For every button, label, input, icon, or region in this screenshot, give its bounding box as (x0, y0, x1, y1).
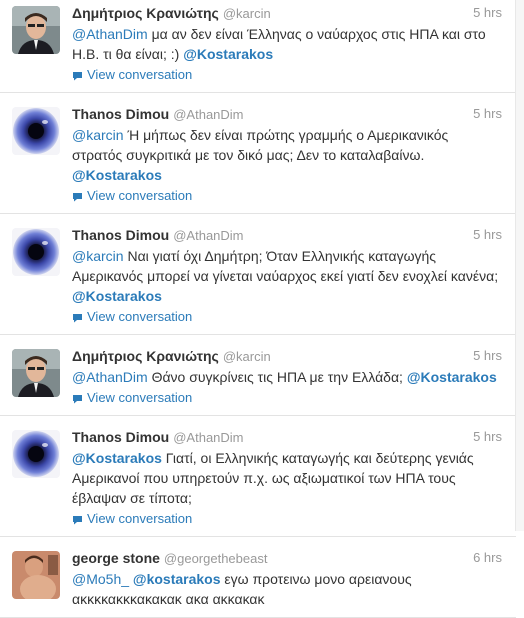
author-username[interactable]: @AthanDim (173, 430, 243, 445)
view-conversation-label: View conversation (87, 511, 193, 526)
author-username[interactable]: @georgethebeast (164, 551, 268, 566)
tweet-text: @karcin Ναι γιατί όχι Δημήτρη; Όταν Ελλη… (72, 246, 502, 306)
avatar[interactable] (12, 551, 60, 599)
mention-link-highlighted[interactable]: @Kostarakos (407, 369, 497, 385)
tweet-header: Δημήτριος Κρανιώτης @karcin 5 hrs (72, 345, 502, 367)
view-conversation-link[interactable]: View conversation (72, 66, 502, 84)
avatar[interactable] (12, 107, 60, 155)
mention-link[interactable]: @Mo5h_ (72, 571, 129, 587)
mention-link[interactable]: @karcin (72, 127, 124, 143)
tweet-timeline: Δημήτριος Κρανιώτης @karcin 5 hrs @AthanDim… (0, 0, 516, 618)
conversation-bubble-icon (73, 516, 82, 525)
tweet-text: @Mo5h_ @kostarakos εγω προτεινω μονο αρε… (72, 569, 502, 609)
tweet-timestamp[interactable]: 5 hrs (473, 426, 502, 448)
author-fullname[interactable]: Δημήτριος Κρανιώτης (72, 348, 219, 364)
author-username[interactable]: @AthanDim (173, 107, 243, 122)
avatar[interactable] (12, 6, 60, 54)
conversation-bubble-icon (73, 72, 82, 81)
tweet-timestamp[interactable]: 5 hrs (473, 103, 502, 125)
view-conversation-link[interactable]: View conversation (72, 187, 502, 205)
tweet-header: Thanos Dimou @AthanDim 5 hrs (72, 224, 502, 246)
tweet-text: @AthanDim μα αν δεν είναι Έλληνας ο ναύα… (72, 24, 502, 64)
mention-link-highlighted[interactable]: @Kostarakos (183, 46, 273, 62)
tweet-text-segment: Ή μήπως δεν είναι πρώτης γραμμής ο Αμερι… (72, 127, 449, 163)
author-fullname[interactable]: Thanos Dimou (72, 106, 169, 122)
view-conversation-link[interactable]: View conversation (72, 389, 502, 407)
author-fullname[interactable]: george stone (72, 550, 160, 566)
avatar[interactable] (12, 228, 60, 276)
view-conversation-label: View conversation (87, 188, 193, 203)
tweet-timestamp[interactable]: 5 hrs (473, 345, 502, 367)
author-username[interactable]: @karcin (223, 349, 271, 364)
scrollbar[interactable] (515, 0, 524, 531)
tweet-text: @Kostarakos Γιατί, οι Ελληνικής καταγωγή… (72, 448, 502, 508)
mention-link[interactable]: @AthanDim (72, 26, 148, 42)
author-fullname[interactable]: Thanos Dimou (72, 429, 169, 445)
tweet-header: Thanos Dimou @AthanDim 5 hrs (72, 103, 502, 125)
tweet-item[interactable]: george stone @georgethebeast 6 hrs @Mo5h_ @… (0, 537, 516, 618)
mention-link-highlighted[interactable]: @Kostarakos (72, 167, 162, 183)
tweet-item[interactable]: Thanos Dimou @AthanDim 5 hrs @Kostarakos Γι… (0, 416, 516, 537)
tweet-header: Δημήτριος Κρανιώτης @karcin 5 hrs (72, 2, 502, 24)
author-fullname[interactable]: Thanos Dimou (72, 227, 169, 243)
view-conversation-link[interactable]: View conversation (72, 510, 502, 528)
mention-link-highlighted[interactable]: @Kostarakos (72, 288, 162, 304)
view-conversation-link[interactable]: View conversation (72, 308, 502, 326)
conversation-bubble-icon (73, 314, 82, 323)
tweet-timestamp[interactable]: 5 hrs (473, 2, 502, 24)
view-conversation-label: View conversation (87, 390, 193, 405)
author-username[interactable]: @AthanDim (173, 228, 243, 243)
tweet-item[interactable]: Δημήτριος Κρανιώτης @karcin 5 hrs @AthanDim… (0, 335, 516, 416)
author-fullname[interactable]: Δημήτριος Κρανιώτης (72, 5, 219, 21)
view-conversation-label: View conversation (87, 67, 193, 82)
tweet-timestamp[interactable]: 5 hrs (473, 224, 502, 246)
conversation-bubble-icon (73, 193, 82, 202)
tweet-item[interactable]: Thanos Dimou @AthanDim 5 hrs @karcin Ναι γι… (0, 214, 516, 335)
tweet-item[interactable]: Thanos Dimou @AthanDim 5 hrs @karcin Ή μήπω… (0, 93, 516, 214)
view-conversation-label: View conversation (87, 309, 193, 324)
mention-link-highlighted[interactable]: @kostarakos (133, 571, 221, 587)
tweet-text-segment: Ναι γιατί όχι Δημήτρη; Όταν Ελληνικής κα… (72, 248, 499, 284)
tweet-header: Thanos Dimou @AthanDim 5 hrs (72, 426, 502, 448)
author-username[interactable]: @karcin (223, 6, 271, 21)
tweet-text: @karcin Ή μήπως δεν είναι πρώτης γραμμής… (72, 125, 502, 185)
conversation-bubble-icon (73, 395, 82, 404)
mention-link[interactable]: @karcin (72, 248, 124, 264)
tweet-text: @AthanDim Θάνο συγκρίνεις τις ΗΠΑ με την… (72, 367, 502, 387)
mention-link[interactable]: @AthanDim (72, 369, 148, 385)
tweet-text-segment: Θάνο συγκρίνεις τις ΗΠΑ με την Ελλάδα; (147, 369, 407, 385)
avatar[interactable] (12, 349, 60, 397)
tweet-item[interactable]: Δημήτριος Κρανιώτης @karcin 5 hrs @AthanDim… (0, 0, 516, 93)
tweet-timestamp[interactable]: 6 hrs (473, 547, 502, 569)
avatar[interactable] (12, 430, 60, 478)
mention-link-highlighted[interactable]: @Kostarakos (72, 450, 162, 466)
tweet-header: george stone @georgethebeast 6 hrs (72, 547, 502, 569)
